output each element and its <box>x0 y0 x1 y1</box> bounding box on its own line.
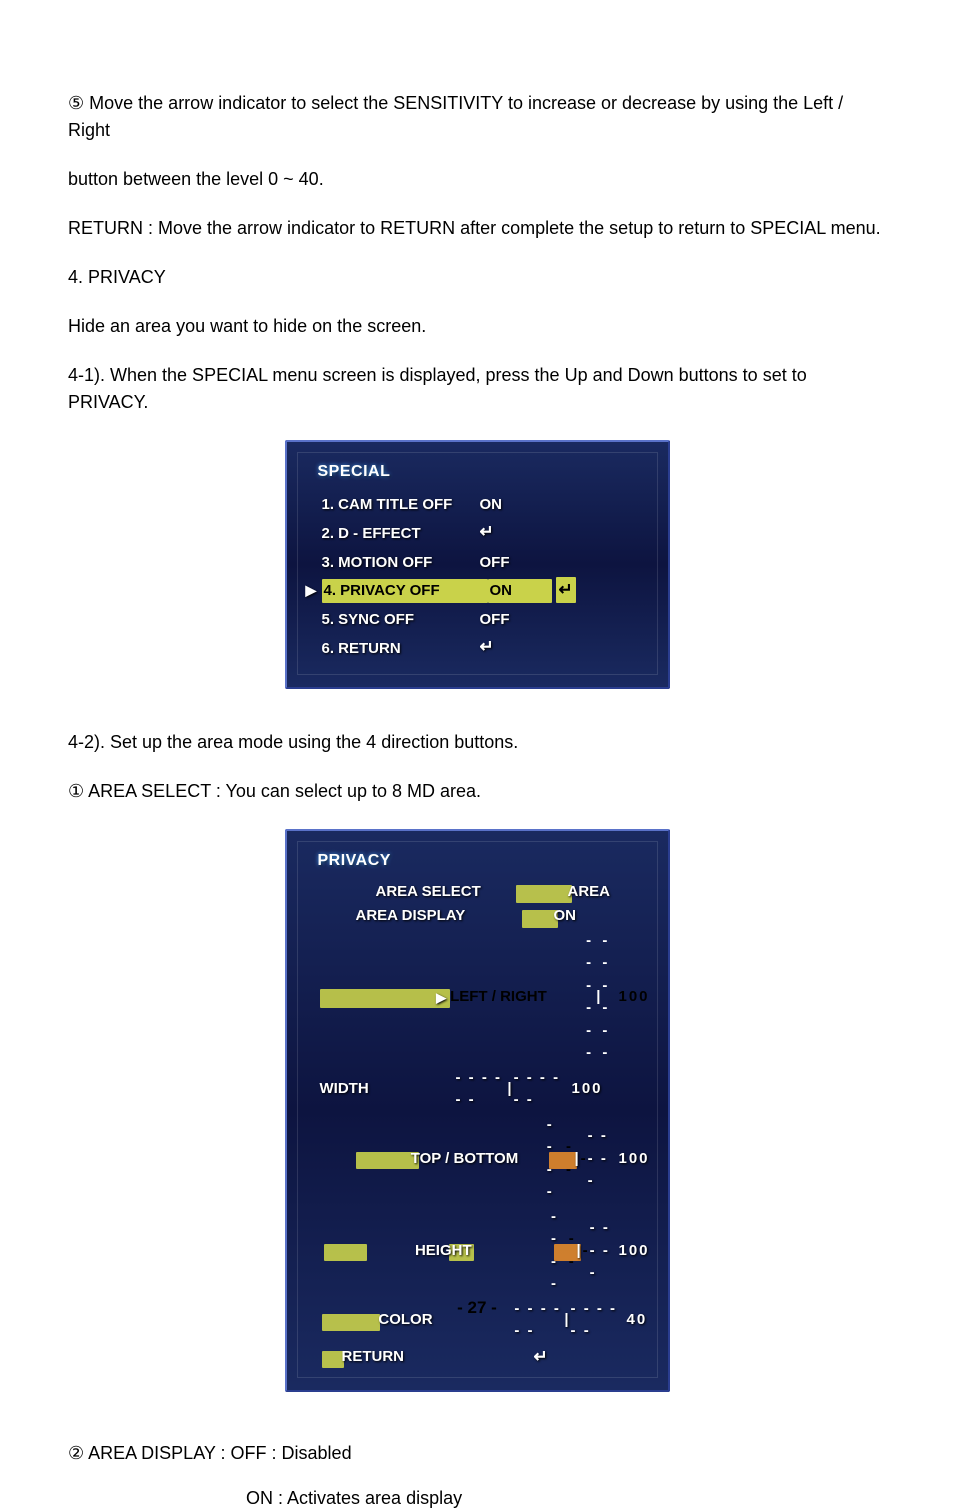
osd-row-top-bottom: TOP / BOTTOM - - - -- -|-- - - - - 100 <box>304 1113 651 1205</box>
body-text: ② AREA DISPLAY : OFF : Disabled <box>68 1440 886 1467</box>
osd-row-privacy: ▶ 4. PRIVACY OFF ON ↵ <box>304 576 651 606</box>
osd-title: PRIVACY <box>318 852 651 870</box>
body-text: 4-2). Set up the area mode using the 4 d… <box>68 729 886 756</box>
slider: - - - -- -|-- - - - - 100 <box>551 1206 651 1296</box>
osd-special-menu: SPECIAL 1. CAM TITLE OFF ON 2. D - EFFEC… <box>285 440 670 689</box>
selection-arrow-icon: ▶ <box>306 580 322 602</box>
slider: - - - -- -|-- - - - - 100 <box>547 1114 651 1204</box>
body-text: ⑤ Move the arrow indicator to select the… <box>68 90 886 144</box>
enter-icon: ↵ <box>480 519 494 545</box>
enter-icon: ↵ <box>534 1344 548 1370</box>
body-text: ON : Activates area display <box>246 1485 886 1512</box>
slider: - - - - - -|- - - - - - 100 <box>586 930 650 1065</box>
osd-title: SPECIAL <box>318 463 651 481</box>
body-text: RETURN : Move the arrow indicator to RET… <box>68 215 886 242</box>
enter-icon: ↵ <box>480 634 494 660</box>
osd-row-sync: 5. SYNC OFF OFF <box>304 606 651 633</box>
slider: - - - - - -|- - - - - - 40 <box>514 1298 650 1343</box>
enter-icon: ↵ <box>556 577 576 603</box>
body-text: Hide an area you want to hide on the scr… <box>68 313 886 340</box>
osd-row-d-effect: 2. D - EFFECT ↵ <box>304 518 651 548</box>
osd-row-left-right: ▶ LEFT / RIGHT - - - - - -|- - - - - - 1… <box>304 929 651 1066</box>
osd-row-area-select: AREA SELECT AREA <box>304 880 651 905</box>
body-text: ① AREA SELECT : You can select up to 8 M… <box>68 778 886 805</box>
osd-row-motion: 3. MOTION OFF OFF <box>304 549 651 576</box>
section-heading: 4. PRIVACY <box>68 264 886 291</box>
osd-row-area-display: AREA DISPLAY ON <box>304 904 651 929</box>
body-text: 4-1). When the SPECIAL menu screen is di… <box>68 362 886 416</box>
selection-arrow-icon: ▶ <box>436 988 450 1008</box>
osd-row-return: 6. RETURN ↵ <box>304 633 651 663</box>
osd-row-cam-title: 1. CAM TITLE OFF ON <box>304 491 651 518</box>
body-text: button between the level 0 ~ 40. <box>68 166 886 193</box>
osd-row-return: RETURN ↵ <box>304 1344 651 1372</box>
slider: - - - - - -|- - - - - - 100 <box>456 1067 604 1112</box>
osd-row-height: HEIGHT - - - -- -|-- - - - - 100 <box>304 1205 651 1297</box>
osd-row-width: WIDTH - - - - - -|- - - - - - 100 <box>304 1066 651 1113</box>
